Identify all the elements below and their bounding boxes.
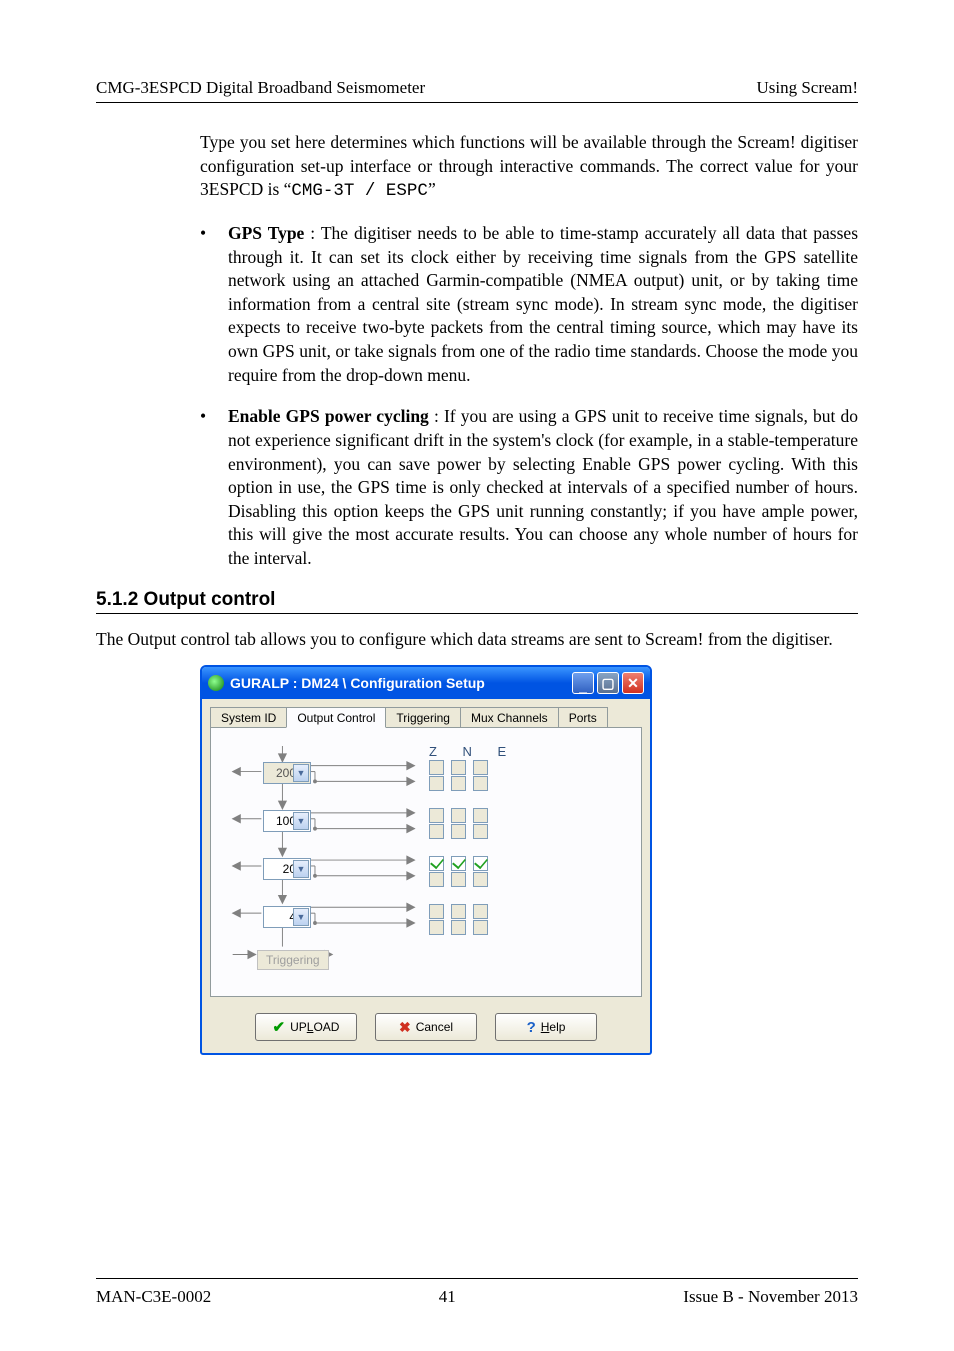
triggering-box: Triggering <box>257 950 329 970</box>
checkbox-3-1-e <box>473 920 488 935</box>
tab-system-id[interactable]: System ID <box>210 707 287 727</box>
chevron-down-icon[interactable]: ▼ <box>293 860 309 878</box>
chk-row-1-0 <box>429 808 495 823</box>
dialog-buttons: ✔UPLOAD ✖Cancel ?Help <box>202 1005 650 1053</box>
footer-left: MAN-C3E-0002 <box>96 1287 211 1307</box>
rate-select-1[interactable]: ▼ <box>263 810 311 832</box>
checkbox-2-0-e[interactable] <box>473 856 488 871</box>
zne-label: Z N E <box>429 744 517 759</box>
chk-row-2-0 <box>429 856 495 871</box>
upload-button[interactable]: ✔UPLOAD <box>255 1013 357 1041</box>
cancel-button[interactable]: ✖Cancel <box>375 1013 477 1041</box>
close-button[interactable]: ✕ <box>622 672 644 694</box>
tab-panel: Z N E <box>210 727 642 997</box>
chevron-down-icon[interactable]: ▼ <box>293 812 309 830</box>
chevron-down-icon: ▼ <box>293 764 309 782</box>
rate-select-2[interactable]: ▼ <box>263 858 311 880</box>
help-button[interactable]: ?Help <box>495 1013 597 1041</box>
checkbox-3-1-n <box>451 920 466 935</box>
maximize-button: ▢ <box>597 672 619 694</box>
para-type-continued: Type you set here determines which funct… <box>200 131 858 204</box>
gps-power-cycling-label: Enable GPS power cycling <box>228 406 429 426</box>
question-icon: ? <box>527 1019 536 1036</box>
x-icon: ✖ <box>399 1019 411 1036</box>
code-cmg3t: CMG-3T / ESPC <box>291 181 428 201</box>
para-output-control: The Output control tab allows you to con… <box>96 628 858 652</box>
rate-select-3[interactable]: ▼ <box>263 906 311 928</box>
tab-triggering[interactable]: Triggering <box>385 707 461 727</box>
checkbox-1-0-e <box>473 808 488 823</box>
checkbox-0-0-e <box>473 760 488 775</box>
checkbox-3-0-z <box>429 904 444 919</box>
dialog-title: GURALP : DM24 \ Configuration Setup <box>230 675 569 691</box>
bullet-gps-type: GPS Type : The digitiser needs to be abl… <box>200 222 858 387</box>
chk-row-2-1 <box>429 872 495 887</box>
gps-type-label: GPS Type <box>228 223 304 243</box>
check-icon: ✔ <box>273 1018 286 1036</box>
checkbox-0-1-n <box>451 776 466 791</box>
checkbox-2-0-n[interactable] <box>451 856 466 871</box>
checkbox-0-0-n <box>451 760 466 775</box>
checkbox-0-0-z <box>429 760 444 775</box>
checkbox-1-1-n <box>451 824 466 839</box>
checkbox-1-0-z <box>429 808 444 823</box>
chk-row-1-1 <box>429 824 495 839</box>
tab-mux-channels[interactable]: Mux Channels <box>460 707 559 727</box>
section-heading: 5.1.2 Output control <box>96 589 858 611</box>
checkbox-2-1-e <box>473 872 488 887</box>
section-rule <box>96 613 858 614</box>
app-icon <box>208 675 224 691</box>
checkbox-0-1-e <box>473 776 488 791</box>
tab-bar: System ID Output Control Triggering Mux … <box>202 699 650 727</box>
footer-right: Issue B - November 2013 <box>683 1287 858 1307</box>
chk-row-0-0 <box>429 760 495 775</box>
checkbox-2-0-z[interactable] <box>429 856 444 871</box>
checkbox-3-1-z <box>429 920 444 935</box>
chk-row-3-0 <box>429 904 495 919</box>
checkbox-1-0-n <box>451 808 466 823</box>
footer-center: 41 <box>439 1287 456 1307</box>
checkbox-1-1-e <box>473 824 488 839</box>
chevron-down-icon[interactable]: ▼ <box>293 908 309 926</box>
checkbox-0-1-z <box>429 776 444 791</box>
header-left: CMG-3ESPCD Digital Broadband Seismometer <box>96 78 425 98</box>
checkbox-2-1-z <box>429 872 444 887</box>
checkbox-1-1-z <box>429 824 444 839</box>
footer-rule <box>96 1278 858 1279</box>
tab-output-control[interactable]: Output Control <box>286 707 386 728</box>
tab-ports[interactable]: Ports <box>558 707 608 727</box>
chk-row-0-1 <box>429 776 495 791</box>
rate-select-0: ▼ <box>263 762 311 784</box>
header-rule <box>96 102 858 103</box>
checkbox-2-1-n <box>451 872 466 887</box>
dialog-titlebar[interactable]: GURALP : DM24 \ Configuration Setup _ ▢ … <box>202 667 650 699</box>
checkbox-3-0-n <box>451 904 466 919</box>
checkbox-3-0-e <box>473 904 488 919</box>
bullet-gps-power-cycling: Enable GPS power cycling : If you are us… <box>200 405 858 570</box>
config-dialog: GURALP : DM24 \ Configuration Setup _ ▢ … <box>200 665 652 1055</box>
chk-row-3-1 <box>429 920 495 935</box>
minimize-button[interactable]: _ <box>572 672 594 694</box>
header-right: Using Scream! <box>756 78 858 98</box>
